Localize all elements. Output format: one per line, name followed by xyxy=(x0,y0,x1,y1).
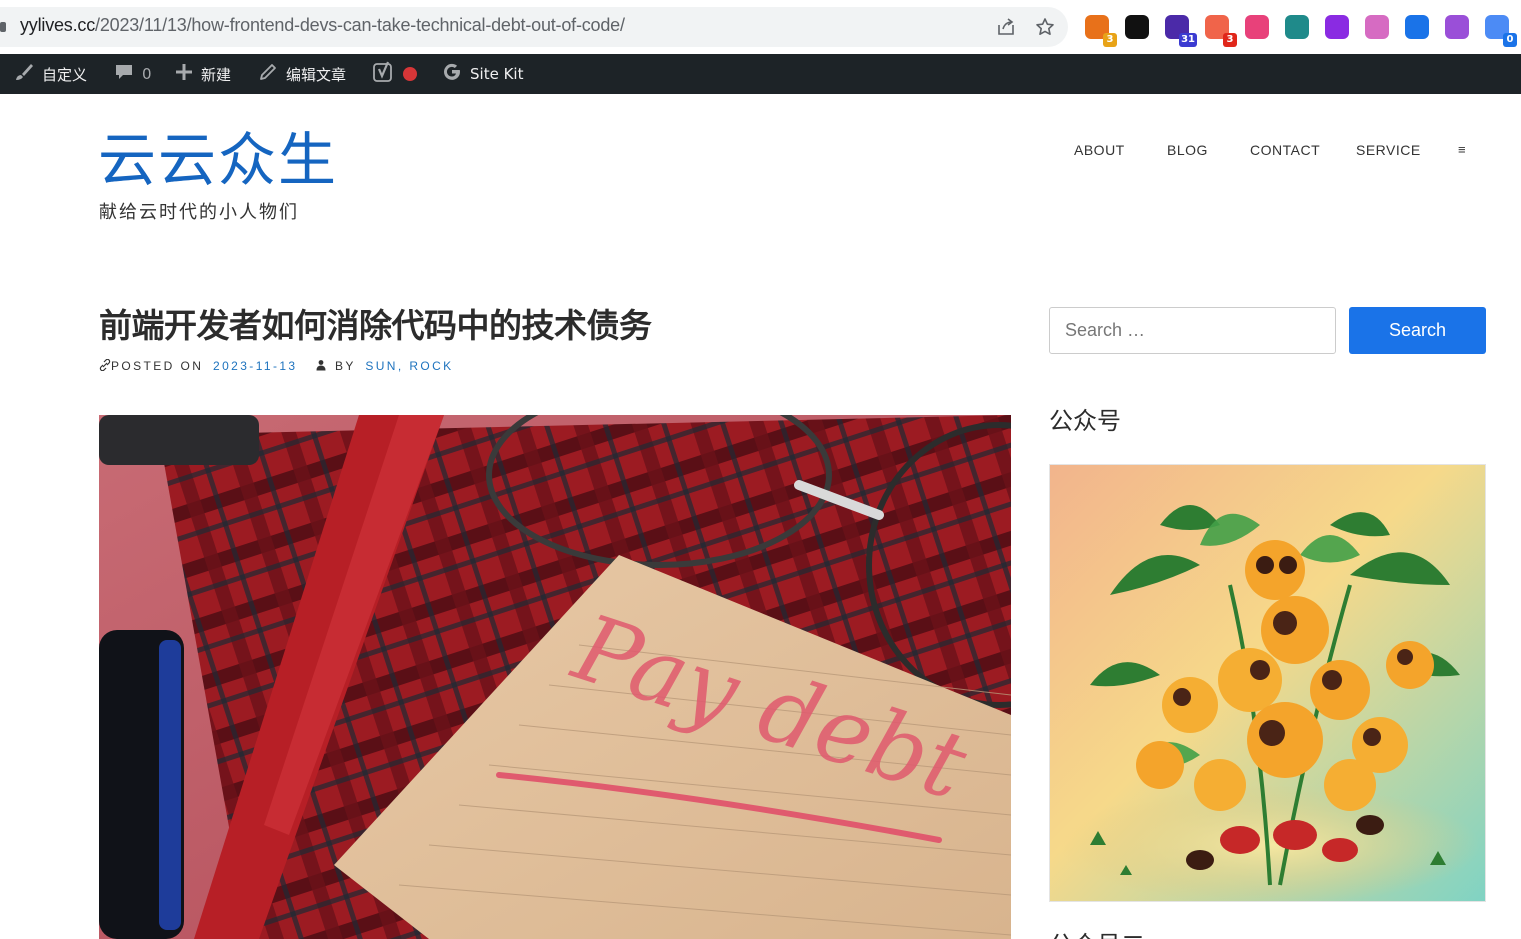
ext-3-extension-icon[interactable]: 31 xyxy=(1165,15,1197,47)
admin-comments[interactable]: 0 xyxy=(114,54,152,94)
search-input[interactable]: Search … xyxy=(1049,307,1336,354)
widget-title-wechat: 公众号 xyxy=(1049,407,1121,435)
admin-new[interactable]: 新建 xyxy=(175,54,231,94)
yoast-icon xyxy=(373,61,395,88)
ants-illustration xyxy=(1050,465,1485,901)
share-icon[interactable] xyxy=(996,17,1016,37)
sitekit-label: Site Kit xyxy=(470,65,524,83)
post-author-link[interactable]: SUN, ROCK xyxy=(365,359,453,373)
plus-icon xyxy=(175,63,193,86)
comment-icon xyxy=(114,62,134,87)
ext-8-extension-icon[interactable] xyxy=(1365,15,1389,39)
ext-1-extension-icon[interactable]: 3 xyxy=(1085,15,1117,47)
featured-image[interactable]: Pay debt xyxy=(99,415,1011,939)
url-text[interactable]: yylives.cc/2023/11/13/how-frontend-devs-… xyxy=(20,15,625,36)
ext-1-badge: 3 xyxy=(1103,33,1117,47)
link-icon xyxy=(99,358,111,372)
search-button[interactable]: Search xyxy=(1349,307,1486,354)
customize-label: 自定义 xyxy=(42,65,88,84)
nav-about[interactable]: ABOUT xyxy=(1074,142,1125,158)
post-title: 前端开发者如何消除代码中的技术债务 xyxy=(99,306,652,345)
user-icon xyxy=(316,360,326,371)
admin-customize[interactable]: 自定义 xyxy=(14,54,87,94)
notion-extension-icon[interactable] xyxy=(1125,15,1149,39)
ext-4-extension-icon[interactable]: 3 xyxy=(1205,15,1237,47)
site-title[interactable]: 云云众生 xyxy=(98,128,338,192)
nav-contact[interactable]: CONTACT xyxy=(1250,142,1320,158)
ext-6-extension-icon[interactable] xyxy=(1285,15,1309,39)
pencil-icon xyxy=(258,62,278,87)
widget-title-second: 公众号二 xyxy=(1049,925,1145,939)
bookmark-star-icon[interactable] xyxy=(1035,17,1055,37)
openai-extension-icon[interactable] xyxy=(1445,15,1469,39)
paintbrush-icon xyxy=(14,62,34,87)
google-g-icon xyxy=(442,62,462,87)
featured-image-art: Pay debt xyxy=(99,415,1011,939)
edit-post-label: 编辑文章 xyxy=(286,65,347,84)
admin-edit-post[interactable]: 编辑文章 xyxy=(258,54,346,94)
ext-5-extension-icon[interactable] xyxy=(1245,15,1269,39)
seo-status-dot xyxy=(403,67,417,81)
ext-4-badge: 3 xyxy=(1223,33,1237,47)
browser-toolbar: yylives.cc/2023/11/13/how-frontend-devs-… xyxy=(0,0,1521,54)
ext-7-extension-icon[interactable] xyxy=(1325,15,1349,39)
nav-service[interactable]: SERVICE xyxy=(1356,142,1421,158)
ext-11-extension-icon[interactable]: 0 xyxy=(1485,15,1517,47)
nav-menu-icon[interactable]: ≡ xyxy=(1458,142,1466,157)
post-meta: POSTED ON 2023-11-13 BY SUN, ROCK xyxy=(99,358,454,373)
posted-on-label: POSTED ON xyxy=(111,359,204,373)
admin-yoast[interactable] xyxy=(373,54,417,94)
wechat-image[interactable] xyxy=(1049,464,1486,902)
lock-icon[interactable] xyxy=(0,22,6,32)
comments-count: 0 xyxy=(142,65,152,83)
post-date-link[interactable]: 2023-11-13 xyxy=(213,359,298,373)
by-label: BY xyxy=(334,359,356,373)
ext-9-extension-icon[interactable] xyxy=(1405,15,1429,39)
admin-sitekit[interactable]: Site Kit xyxy=(442,54,523,94)
ext-11-badge: 0 xyxy=(1503,33,1517,47)
site-description: 献给云时代的小人物们 xyxy=(99,202,299,223)
ext-3-badge: 31 xyxy=(1179,33,1197,47)
wp-admin-bar: 自定义 0 新建 编辑文章 Site Kit xyxy=(0,54,1521,94)
new-label: 新建 xyxy=(201,65,232,84)
nav-blog[interactable]: BLOG xyxy=(1167,142,1208,158)
